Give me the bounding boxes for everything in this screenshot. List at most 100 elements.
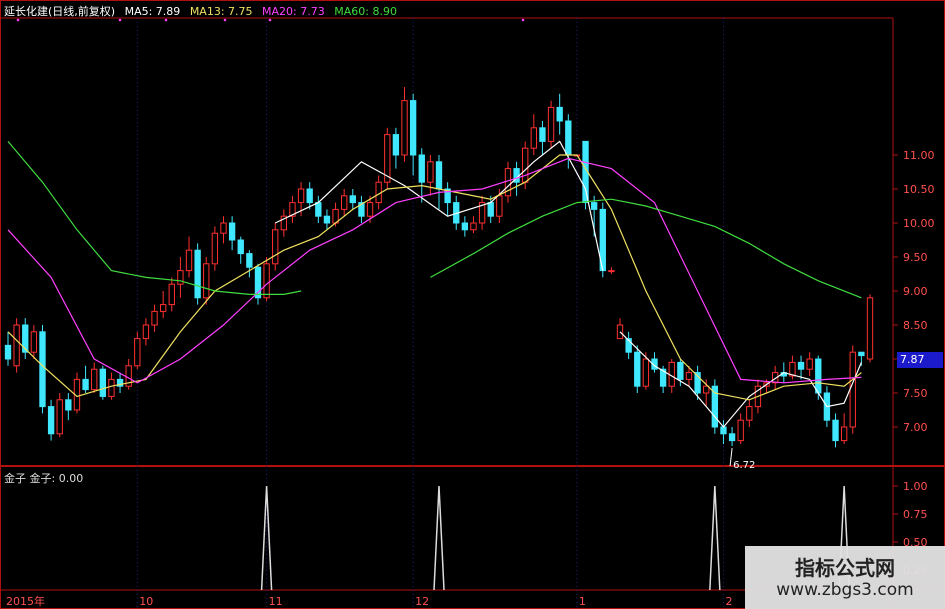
candle-body <box>418 154 425 183</box>
candle-body <box>263 263 270 299</box>
x-month-label: 1 <box>579 595 586 608</box>
candle-body <box>56 399 63 435</box>
candle-body <box>858 351 865 357</box>
candle-body <box>720 426 727 435</box>
x-month-label: 12 <box>415 595 429 608</box>
low-marker-label: 6.72 <box>733 460 755 471</box>
candle-body <box>797 361 805 370</box>
candle-body <box>866 297 874 360</box>
candle-body <box>435 161 443 190</box>
stock-chart-window: 11.0010.5010.009.509.008.508.007.507.001… <box>0 0 945 609</box>
candle-body <box>470 222 477 231</box>
x-month-label: 2 <box>725 595 732 608</box>
sub-y-tick-label: 1.00 <box>903 480 928 493</box>
candle-body <box>685 372 693 380</box>
y-tick-label: 10.50 <box>903 183 935 196</box>
candle-body <box>13 324 20 367</box>
marker-dot <box>16 18 20 22</box>
ma-line-ma60 <box>430 198 862 299</box>
candle-body <box>211 232 219 265</box>
x-month-label: 10 <box>139 595 153 608</box>
candle-body <box>306 188 313 204</box>
candle-body <box>392 134 400 156</box>
candle-body <box>91 368 98 391</box>
candle-body <box>409 100 417 156</box>
candle-body <box>608 270 615 273</box>
candle-body <box>539 127 546 142</box>
candle-body <box>642 358 650 387</box>
candle-body <box>556 106 563 122</box>
candle-body <box>30 331 38 353</box>
candle-body <box>349 195 356 204</box>
stock-title: 延长化建(日线,前复权) <box>4 5 116 18</box>
candle-body <box>849 351 856 428</box>
candle-body <box>39 331 46 408</box>
marker-dot <box>164 18 168 22</box>
candle-body <box>168 283 175 306</box>
candle-body <box>323 215 331 224</box>
candle-body <box>108 378 115 397</box>
marker-dot <box>118 18 122 22</box>
candle-body <box>315 202 322 217</box>
y-tick-label: 8.50 <box>903 319 928 332</box>
candle-body <box>228 222 236 241</box>
candle-body <box>565 120 572 156</box>
watermark-url: www.zbgs3.com <box>776 580 914 600</box>
candle-body <box>151 310 158 326</box>
y-tick-label: 10.00 <box>903 217 935 230</box>
candle-body <box>185 249 193 272</box>
chart-canvas[interactable]: 11.0010.5010.009.509.008.508.007.507.001… <box>0 0 945 609</box>
candle-body <box>254 266 262 299</box>
candle-body <box>427 161 434 183</box>
signal-spike <box>433 485 445 591</box>
marker-dot <box>268 18 272 22</box>
candle-body <box>134 338 141 367</box>
candle-body <box>806 358 813 370</box>
candle-body <box>177 270 184 285</box>
candle-body <box>99 368 106 397</box>
candle-body <box>590 202 598 210</box>
candle-body <box>246 253 253 268</box>
watermark-title: 指标公式网 <box>795 556 895 580</box>
y-tick-label: 7.50 <box>903 387 928 400</box>
x-month-label: 11 <box>269 595 283 608</box>
outer-frame <box>0 0 945 609</box>
candle-body <box>65 399 72 411</box>
signal-spike <box>709 485 721 591</box>
last-price-tag: 7.87 <box>897 352 943 368</box>
chart-header: 延长化建(日线,前复权) MA5: 7.89 MA13: 7.75 MA20: … <box>4 3 403 19</box>
candle-body <box>530 127 537 149</box>
y-tick-label: 11.00 <box>903 149 935 162</box>
candle-body <box>4 344 12 360</box>
candle-body <box>297 188 305 204</box>
candle-body <box>203 263 210 299</box>
candle-body <box>366 202 374 217</box>
candle-body <box>272 229 279 265</box>
candle-body <box>703 385 710 394</box>
candle-body <box>47 406 55 435</box>
sub-y-tick-label: 0.75 <box>903 508 928 521</box>
candle-body <box>746 406 753 421</box>
candle-body <box>522 147 529 183</box>
y-tick-label: 9.50 <box>903 251 928 264</box>
indicator-header: 金子 金子: 0.00 <box>4 472 84 485</box>
candle-body <box>815 358 822 394</box>
candle-body <box>220 222 227 234</box>
candle-body <box>547 106 555 142</box>
candle-body <box>194 249 201 299</box>
candle-body <box>832 419 839 442</box>
y-tick-label: 9.00 <box>903 285 928 298</box>
candle-body <box>159 304 167 312</box>
candle-body <box>677 361 684 380</box>
candle-body <box>237 239 244 255</box>
ma20-label: MA20: 7.73 <box>262 5 325 18</box>
ma13-label: MA13: 7.75 <box>189 5 253 18</box>
marker-dot <box>223 18 227 22</box>
candle-body <box>634 351 641 387</box>
marker-dot <box>521 18 525 22</box>
ma5-label: MA5: 7.89 <box>124 5 181 18</box>
candle-body <box>737 419 744 442</box>
candle-body <box>487 202 494 217</box>
candle-body <box>142 324 150 340</box>
y-tick-label: 7.00 <box>903 421 928 434</box>
